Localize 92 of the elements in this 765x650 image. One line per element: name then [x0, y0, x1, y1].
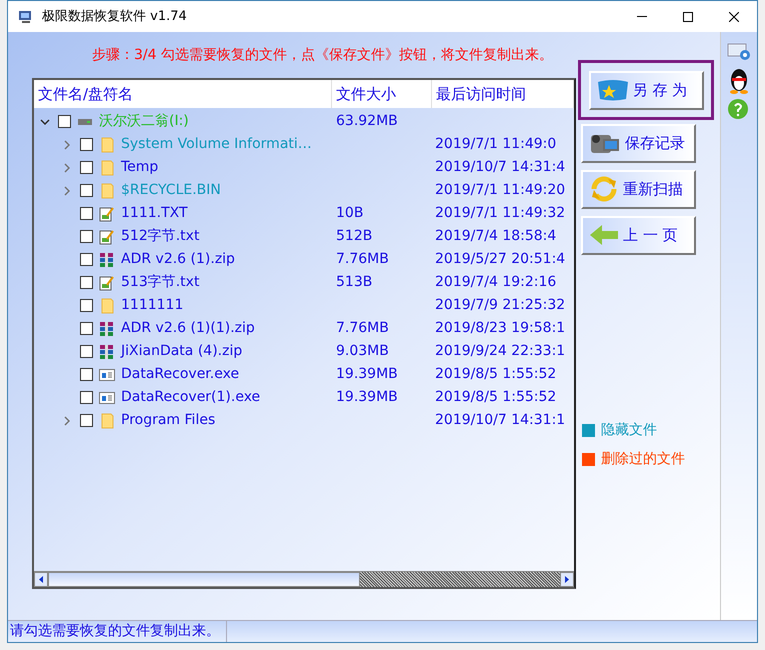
- action-button[interactable]: 重新扫描: [581, 170, 696, 208]
- table-cell: 2019/10/7 14:31:1: [435, 412, 566, 428]
- checkbox[interactable]: [80, 230, 93, 243]
- legend-label: 隐藏文件: [601, 421, 657, 440]
- file-name[interactable]: ADR v2.6 (1)(1).zip: [121, 318, 255, 339]
- archive-icon: [99, 320, 115, 336]
- file-name[interactable]: ADR v2.6 (1).zip: [121, 249, 235, 270]
- checkbox[interactable]: [80, 207, 93, 220]
- file-name[interactable]: 1111.TXT: [121, 203, 188, 224]
- table-cell: 2019/7/1 11:49:0: [435, 136, 556, 152]
- checkbox[interactable]: [80, 368, 93, 381]
- step-instruction: 步骤：3/4 勾选需要恢复的文件，点《保存文件》按钮，将文件复制出来。: [92, 46, 553, 64]
- table-cell: 10B: [336, 205, 364, 221]
- table-cell: 7.76MB: [336, 251, 389, 267]
- window-title: 极限数据恢复软件 v1.74: [42, 8, 187, 26]
- collapse-chevron-icon[interactable]: [40, 118, 50, 124]
- archive-icon: [99, 344, 115, 360]
- table-cell: 2019/8/5 1:55:52: [435, 366, 556, 382]
- file-name[interactable]: 512字节.txt: [121, 226, 200, 247]
- archive-icon: [99, 252, 115, 268]
- table-cell: 2019/9/24 22:33:1: [435, 343, 566, 359]
- table-cell: 19.39MB: [336, 366, 398, 382]
- folder-icon: [100, 136, 114, 152]
- legend-label: 删除过的文件: [601, 450, 685, 469]
- table-cell: 9.03MB: [336, 343, 389, 359]
- column-header[interactable]: 文件大小: [332, 80, 432, 108]
- status-text: 请勾选需要恢复的文件复制出来。: [8, 621, 227, 642]
- left-arrow-icon: [589, 224, 619, 246]
- star-icon: [596, 79, 628, 101]
- program-icon: [99, 390, 115, 404]
- folder-icon: [100, 160, 114, 176]
- left-arrow-icon: [39, 576, 43, 583]
- table-cell: 2019/10/7 14:31:4: [435, 159, 566, 175]
- close-icon: [729, 12, 739, 22]
- scrollbar-thumb[interactable]: [48, 572, 360, 587]
- table-cell: 2019/7/4 18:58:4: [435, 228, 556, 244]
- right-arrow-icon: [565, 576, 569, 583]
- table-cell: 2019/5/27 20:51:4: [435, 251, 566, 267]
- table-cell: 63.92MB: [336, 113, 398, 129]
- file-name[interactable]: 513字节.txt: [121, 272, 200, 293]
- checkbox[interactable]: [80, 322, 93, 335]
- action-button[interactable]: 保存记录: [581, 124, 696, 162]
- notepad-icon: [99, 206, 115, 222]
- table-cell: 2019/7/4 19:2:16: [435, 274, 556, 290]
- expand-chevron-icon[interactable]: [64, 162, 70, 172]
- action-button[interactable]: 另 存 为: [588, 70, 704, 110]
- checkbox[interactable]: [80, 345, 93, 358]
- folder-icon: [100, 298, 114, 314]
- column-header[interactable]: 文件名/盘符名: [34, 80, 332, 108]
- minimize-icon: [637, 16, 647, 17]
- refresh-icon: [589, 174, 619, 204]
- table-cell: 2019/8/5 1:55:52: [435, 389, 556, 405]
- expand-chevron-icon[interactable]: [64, 186, 70, 196]
- checkbox[interactable]: [80, 253, 93, 266]
- file-name[interactable]: 1111111: [121, 295, 184, 316]
- checkbox[interactable]: [80, 184, 93, 197]
- file-name[interactable]: JiXianData (4).zip: [121, 341, 242, 362]
- scroll-right-button[interactable]: [560, 572, 574, 587]
- checkbox[interactable]: [80, 161, 93, 174]
- drive-icon: [78, 118, 92, 126]
- notepad-icon: [99, 274, 115, 290]
- checkbox[interactable]: [80, 414, 93, 427]
- table-cell: 2019/7/1 11:49:20: [435, 182, 566, 198]
- file-name[interactable]: DataRecover(1).exe: [121, 387, 260, 408]
- table-cell: 2019/7/9 21:25:32: [435, 297, 566, 313]
- checkbox[interactable]: [80, 299, 93, 312]
- notepad-icon: [99, 228, 115, 244]
- file-name[interactable]: DataRecover.exe: [121, 364, 240, 385]
- table-cell: 19.39MB: [336, 389, 398, 405]
- checkbox[interactable]: [80, 391, 93, 404]
- checkbox[interactable]: [58, 115, 71, 128]
- help-icon[interactable]: [727, 98, 751, 122]
- expand-chevron-icon[interactable]: [64, 140, 70, 150]
- folder-icon: [100, 412, 114, 428]
- column-header[interactable]: 最后访问时间: [432, 80, 574, 108]
- checkbox[interactable]: [80, 138, 93, 151]
- folder-icon: [100, 182, 114, 198]
- table-cell: 512B: [336, 228, 372, 244]
- table-cell: 513B: [336, 274, 372, 290]
- table-cell: 2019/8/23 19:58:1: [435, 320, 566, 336]
- file-name[interactable]: Temp: [121, 157, 158, 178]
- table-cell: 2019/7/1 11:49:32: [435, 205, 566, 221]
- maximize-icon: [683, 12, 693, 22]
- program-icon: [99, 368, 115, 382]
- checkbox[interactable]: [80, 276, 93, 289]
- penguin-icon[interactable]: [727, 66, 751, 94]
- scroll-left-button[interactable]: [34, 572, 48, 587]
- action-button[interactable]: 上 一 页: [581, 216, 696, 254]
- app-icon: [18, 8, 34, 24]
- expand-chevron-icon[interactable]: [64, 416, 70, 426]
- table-cell: 7.76MB: [336, 320, 389, 336]
- file-name[interactable]: Program Files: [121, 410, 216, 431]
